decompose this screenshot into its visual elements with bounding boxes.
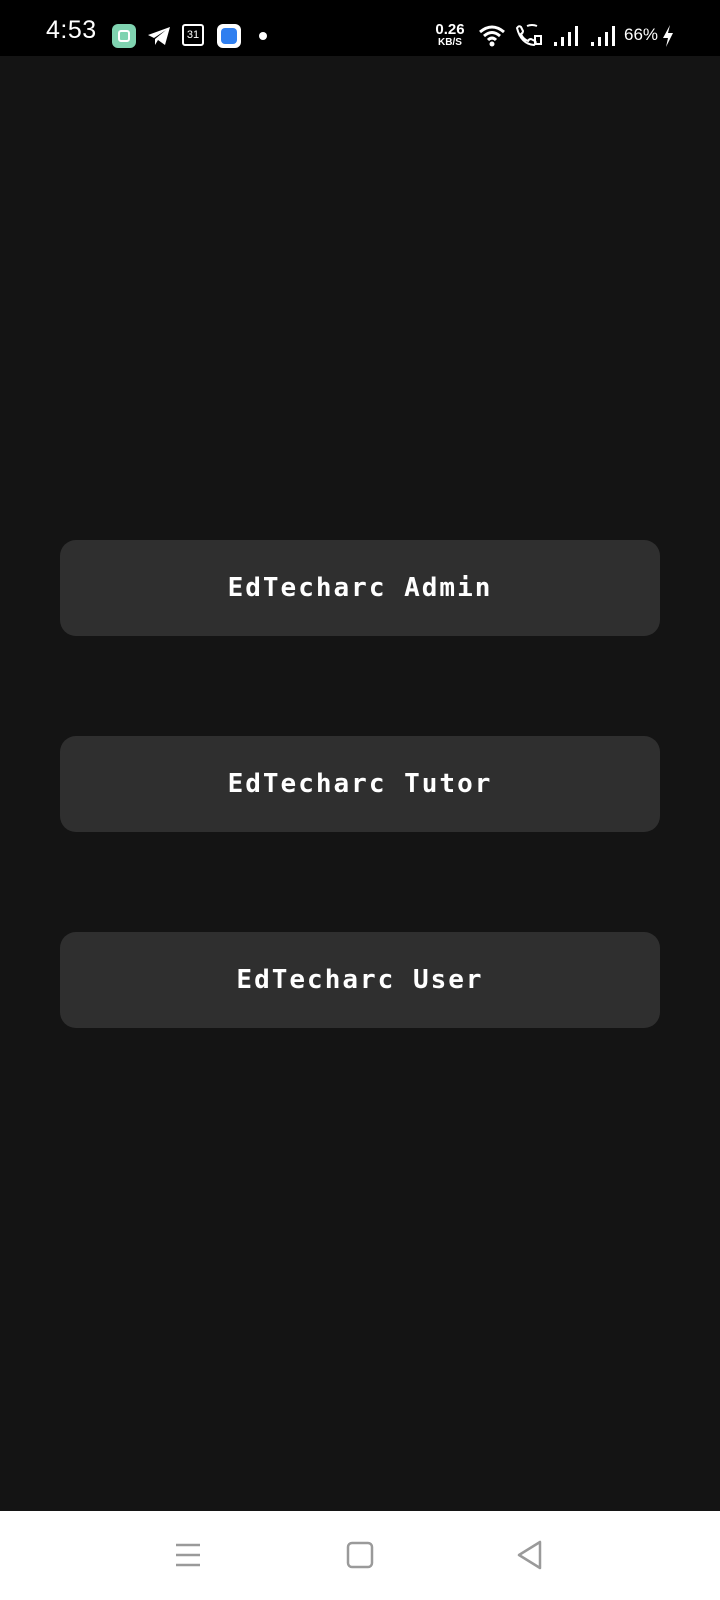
home-square-icon[interactable] — [338, 1533, 382, 1577]
battery-percent: 66% — [624, 25, 659, 44]
more-notifications-dot — [259, 32, 267, 40]
menu-icon[interactable] — [166, 1533, 210, 1577]
network-speed-unit: KB/S — [438, 37, 462, 48]
signal-icon — [554, 26, 578, 46]
back-triangle-icon[interactable] — [508, 1533, 552, 1577]
status-bar: 4:53 31 0.26 KB/S 66% — [0, 0, 720, 56]
admin-button[interactable]: EdTecharc Admin — [60, 540, 660, 636]
signal-icon-2 — [591, 26, 615, 46]
app-notification-icon — [112, 24, 136, 48]
screen: 4:53 31 0.26 KB/S 66% EdTecharc Admin Ed… — [0, 0, 720, 1600]
charging-bolt-icon — [663, 25, 673, 47]
wifi-calling-icon — [515, 24, 542, 47]
admin-button-label: EdTecharc Admin — [227, 573, 493, 603]
tutor-button-label: EdTecharc Tutor — [227, 769, 493, 799]
navigation-bar — [0, 1511, 720, 1600]
user-button-label: EdTecharc User — [236, 965, 484, 995]
wifi-icon — [479, 25, 505, 47]
network-speed-value: 0.26 — [435, 21, 465, 38]
calendar-icon: 31 — [182, 24, 204, 46]
tutor-button[interactable]: EdTecharc Tutor — [60, 736, 660, 832]
network-speed: 0.26 KB/S — [432, 22, 468, 48]
app-notification-icon-blue — [217, 24, 241, 48]
status-time: 4:53 — [46, 16, 97, 44]
telegram-icon — [148, 27, 170, 45]
user-button[interactable]: EdTecharc User — [60, 932, 660, 1028]
